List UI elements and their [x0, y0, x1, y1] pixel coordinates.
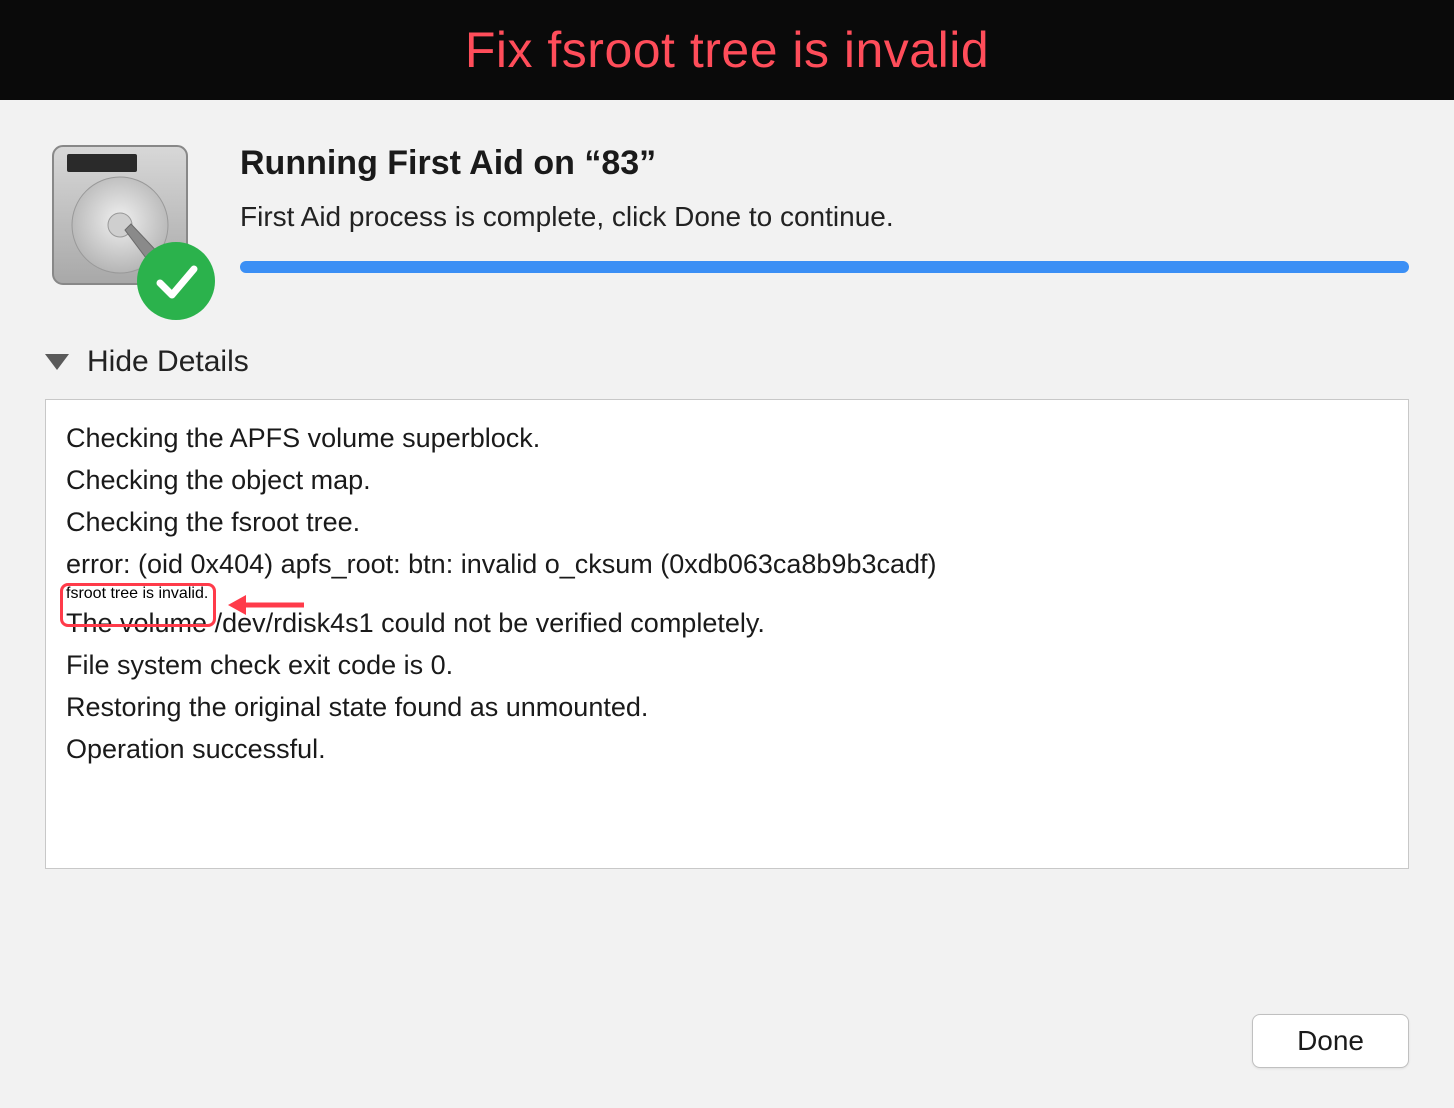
log-line: Checking the object map.	[66, 460, 1388, 502]
dialog-subtitle: First Aid process is complete, click Don…	[240, 201, 1409, 233]
log-output[interactable]: Checking the APFS volume superblock.Chec…	[45, 399, 1409, 869]
log-line: Checking the APFS volume superblock.	[66, 418, 1388, 460]
chevron-down-icon	[45, 354, 69, 370]
log-line: Restoring the original state found as un…	[66, 687, 1388, 729]
checkmark-badge-icon	[137, 242, 215, 320]
banner: Fix fsroot tree is invalid	[0, 0, 1454, 100]
disk-icon	[45, 140, 205, 310]
hide-details-toggle[interactable]: Hide Details	[45, 345, 1409, 379]
dialog-footer: Done	[1252, 1014, 1409, 1068]
dialog-title: Running First Aid on “83”	[240, 144, 1409, 183]
log-line: error: (oid 0x404) apfs_root: btn: inval…	[66, 544, 1388, 586]
log-line: Checking the fsroot tree.	[66, 502, 1388, 544]
log-line: The volume /dev/rdisk4s1 could not be ve…	[66, 603, 1388, 645]
first-aid-dialog: Running First Aid on “83” First Aid proc…	[0, 100, 1454, 1108]
progress-bar	[240, 261, 1409, 273]
hide-details-label: Hide Details	[87, 345, 249, 379]
banner-title: Fix fsroot tree is invalid	[465, 21, 989, 79]
log-line-highlighted: fsroot tree is invalid.	[66, 585, 208, 602]
dialog-header: Running First Aid on “83” First Aid proc…	[45, 140, 1409, 310]
log-line: File system check exit code is 0.	[66, 645, 1388, 687]
log-line: Operation successful.	[66, 729, 1388, 771]
dialog-header-text: Running First Aid on “83” First Aid proc…	[240, 140, 1409, 273]
done-button[interactable]: Done	[1252, 1014, 1409, 1068]
